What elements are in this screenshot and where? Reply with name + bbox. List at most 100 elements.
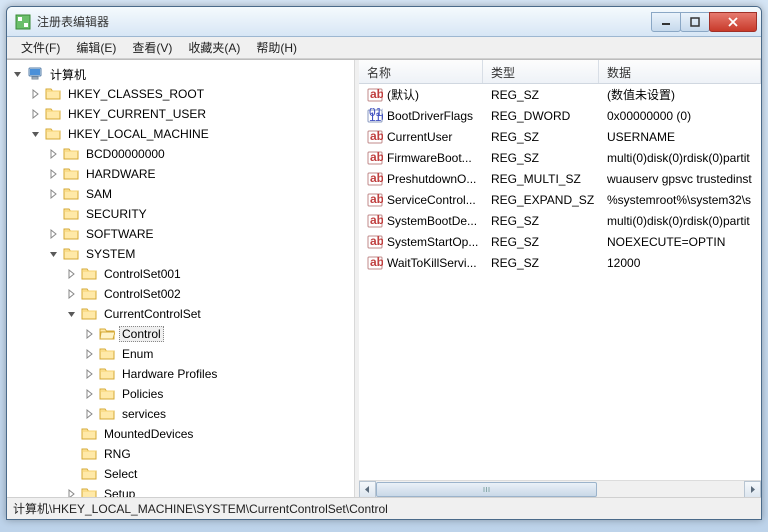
tree-item-hkcu[interactable]: HKEY_CURRENT_USER xyxy=(7,104,354,124)
menu-file[interactable]: 文件(F) xyxy=(13,37,68,58)
tree-item-hwprof[interactable]: Hardware Profiles xyxy=(7,364,354,384)
tree-pane[interactable]: 计算机 HKEY_CLASSES_ROOT HKEY_CURRENT_USER … xyxy=(7,60,355,497)
expander-icon[interactable] xyxy=(47,147,61,161)
value-row[interactable]: CurrentUser REG_SZ USERNAME xyxy=(359,126,761,147)
value-type: REG_SZ xyxy=(483,86,599,104)
value-data: multi(0)disk(0)rdisk(0)partit xyxy=(599,212,761,230)
tree-item-hklm[interactable]: HKEY_LOCAL_MACHINE xyxy=(7,124,354,144)
value-row[interactable]: FirmwareBoot... REG_SZ multi(0)disk(0)rd… xyxy=(359,147,761,168)
tree-item-setup[interactable]: Setup xyxy=(7,484,354,497)
expander-icon[interactable] xyxy=(65,307,79,321)
string-value-icon xyxy=(367,129,383,145)
tree-item-root[interactable]: 计算机 xyxy=(7,64,354,84)
tree-item-system[interactable]: SYSTEM xyxy=(7,244,354,264)
tree-item-hkcr[interactable]: HKEY_CLASSES_ROOT xyxy=(7,84,354,104)
app-icon xyxy=(15,14,31,30)
tree-item-policies[interactable]: Policies xyxy=(7,384,354,404)
scroll-track[interactable] xyxy=(376,481,744,498)
menu-favorites[interactable]: 收藏夹(A) xyxy=(180,37,248,58)
tree-label: MountedDevices xyxy=(101,426,196,442)
minimize-button[interactable] xyxy=(651,12,681,32)
folder-icon xyxy=(81,286,97,302)
tree-label: SOFTWARE xyxy=(83,226,157,242)
expander-icon[interactable] xyxy=(29,107,43,121)
value-row[interactable]: SystemBootDe... REG_SZ multi(0)disk(0)rd… xyxy=(359,210,761,231)
titlebar[interactable]: 注册表编辑器 xyxy=(7,7,761,37)
expander-icon[interactable] xyxy=(83,327,97,341)
expander-icon[interactable] xyxy=(65,287,79,301)
expander-icon[interactable] xyxy=(83,407,97,421)
value-type: REG_SZ xyxy=(483,128,599,146)
expander-icon[interactable] xyxy=(29,87,43,101)
tree-item-sam[interactable]: SAM xyxy=(7,184,354,204)
tree-item-services[interactable]: services xyxy=(7,404,354,424)
tree-label: SYSTEM xyxy=(83,246,138,262)
tree-item-control[interactable]: Control xyxy=(7,324,354,344)
expander-icon[interactable] xyxy=(47,207,61,221)
scroll-left-button[interactable] xyxy=(359,481,376,498)
maximize-button[interactable] xyxy=(680,12,710,32)
expander-icon[interactable] xyxy=(47,247,61,261)
expander-icon[interactable] xyxy=(65,267,79,281)
expander-icon[interactable] xyxy=(65,427,79,441)
value-name: FirmwareBoot... xyxy=(387,151,472,165)
value-type: REG_DWORD xyxy=(483,107,599,125)
scroll-thumb[interactable] xyxy=(376,482,597,497)
expander-icon[interactable] xyxy=(11,67,25,81)
tree-item-mounted[interactable]: MountedDevices xyxy=(7,424,354,444)
column-type[interactable]: 类型 xyxy=(483,60,599,83)
expander-icon[interactable] xyxy=(47,187,61,201)
expander-icon[interactable] xyxy=(83,367,97,381)
menu-view[interactable]: 查看(V) xyxy=(124,37,180,58)
tree-item-select[interactable]: Select xyxy=(7,464,354,484)
column-name[interactable]: 名称 xyxy=(359,60,483,83)
tree-label: Enum xyxy=(119,346,156,362)
menu-help[interactable]: 帮助(H) xyxy=(248,37,305,58)
tree-item-rng[interactable]: RNG xyxy=(7,444,354,464)
value-row[interactable]: PreshutdownO... REG_MULTI_SZ wuauserv gp… xyxy=(359,168,761,189)
string-value-icon xyxy=(367,171,383,187)
value-data: multi(0)disk(0)rdisk(0)partit xyxy=(599,149,761,167)
tree-item-software[interactable]: SOFTWARE xyxy=(7,224,354,244)
tree-item-bcd[interactable]: BCD00000000 xyxy=(7,144,354,164)
app-window: 注册表编辑器 文件(F) 编辑(E) 查看(V) 收藏夹(A) 帮助(H) 计算… xyxy=(6,6,762,520)
tree-label: Hardware Profiles xyxy=(119,366,220,382)
value-name: BootDriverFlags xyxy=(387,109,473,123)
folder-icon xyxy=(45,126,61,142)
value-row[interactable]: (默认) REG_SZ (数值未设置) xyxy=(359,84,761,105)
tree-label: SECURITY xyxy=(83,206,150,222)
horizontal-scrollbar[interactable] xyxy=(359,480,761,497)
expander-icon[interactable] xyxy=(29,127,43,141)
folder-icon xyxy=(63,166,79,182)
column-data[interactable]: 数据 xyxy=(599,60,761,83)
list-body[interactable]: (默认) REG_SZ (数值未设置) BootDriverFlags REG_… xyxy=(359,84,761,480)
tree-label: Control xyxy=(119,326,164,342)
value-row[interactable]: WaitToKillServi... REG_SZ 12000 xyxy=(359,252,761,273)
value-row[interactable]: ServiceControl... REG_EXPAND_SZ %systemr… xyxy=(359,189,761,210)
tree-item-enum[interactable]: Enum xyxy=(7,344,354,364)
scroll-right-button[interactable] xyxy=(744,481,761,498)
expander-icon[interactable] xyxy=(47,227,61,241)
expander-icon[interactable] xyxy=(47,167,61,181)
tree-item-security[interactable]: SECURITY xyxy=(7,204,354,224)
value-row[interactable]: SystemStartOp... REG_SZ NOEXECUTE=OPTIN xyxy=(359,231,761,252)
expander-icon[interactable] xyxy=(65,447,79,461)
tree-label: services xyxy=(119,406,169,422)
expander-icon[interactable] xyxy=(65,487,79,497)
expander-icon[interactable] xyxy=(83,347,97,361)
close-button[interactable] xyxy=(709,12,757,32)
tree-label: BCD00000000 xyxy=(83,146,168,162)
tree-item-ccs[interactable]: CurrentControlSet xyxy=(7,304,354,324)
tree-item-cs002[interactable]: ControlSet002 xyxy=(7,284,354,304)
value-row[interactable]: BootDriverFlags REG_DWORD 0x00000000 (0) xyxy=(359,105,761,126)
value-name: WaitToKillServi... xyxy=(387,256,477,270)
value-name: SystemStartOp... xyxy=(387,235,478,249)
expander-icon[interactable] xyxy=(65,467,79,481)
menu-edit[interactable]: 编辑(E) xyxy=(68,37,124,58)
tree-item-hardware[interactable]: HARDWARE xyxy=(7,164,354,184)
tree-label: ControlSet002 xyxy=(101,286,184,302)
expander-icon[interactable] xyxy=(83,387,97,401)
value-type: REG_SZ xyxy=(483,212,599,230)
tree-item-cs001[interactable]: ControlSet001 xyxy=(7,264,354,284)
value-name: CurrentUser xyxy=(387,130,452,144)
